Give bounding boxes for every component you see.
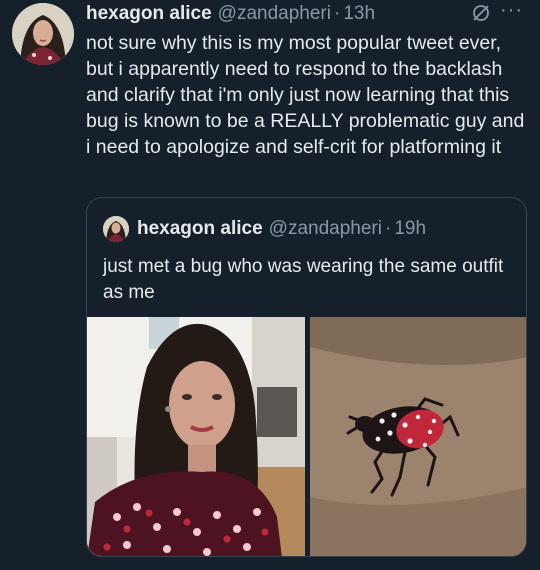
media-grid	[87, 317, 526, 556]
grok-icon[interactable]	[471, 3, 491, 23]
quoted-tweet-timestamp: 19h	[394, 218, 427, 239]
quoted-tweet-text: just met a bug who was wearing the same …	[103, 256, 504, 303]
tweet-timestamp[interactable]: 13h	[343, 3, 375, 25]
quoted-author-avatar	[103, 216, 129, 242]
quoted-author-name: hexagon alice	[137, 218, 263, 239]
more-horizontal-icon[interactable]: ···	[500, 0, 524, 22]
separator-dot: ·	[333, 3, 341, 24]
author-name[interactable]: hexagon alice	[86, 3, 212, 25]
author-avatar[interactable]	[12, 3, 74, 65]
spotted-lanternfly-photo[interactable]	[309, 317, 526, 556]
tweet-text: not sure why this is my most popular twe…	[86, 32, 525, 158]
separator-dot: ·	[384, 218, 392, 239]
quoted-author-handle: @zandapheri	[268, 218, 382, 239]
tweet[interactable]: hexagon alice @zandapheri · 13h ··· not …	[0, 0, 540, 570]
quoted-tweet-header: hexagon alice @zandapheri · 19h	[137, 217, 426, 241]
author-handle[interactable]: @zandapheri	[218, 3, 331, 25]
quoted-tweet[interactable]: hexagon alice @zandapheri · 19h just met…	[86, 197, 527, 557]
selfie-photo[interactable]	[87, 317, 306, 556]
